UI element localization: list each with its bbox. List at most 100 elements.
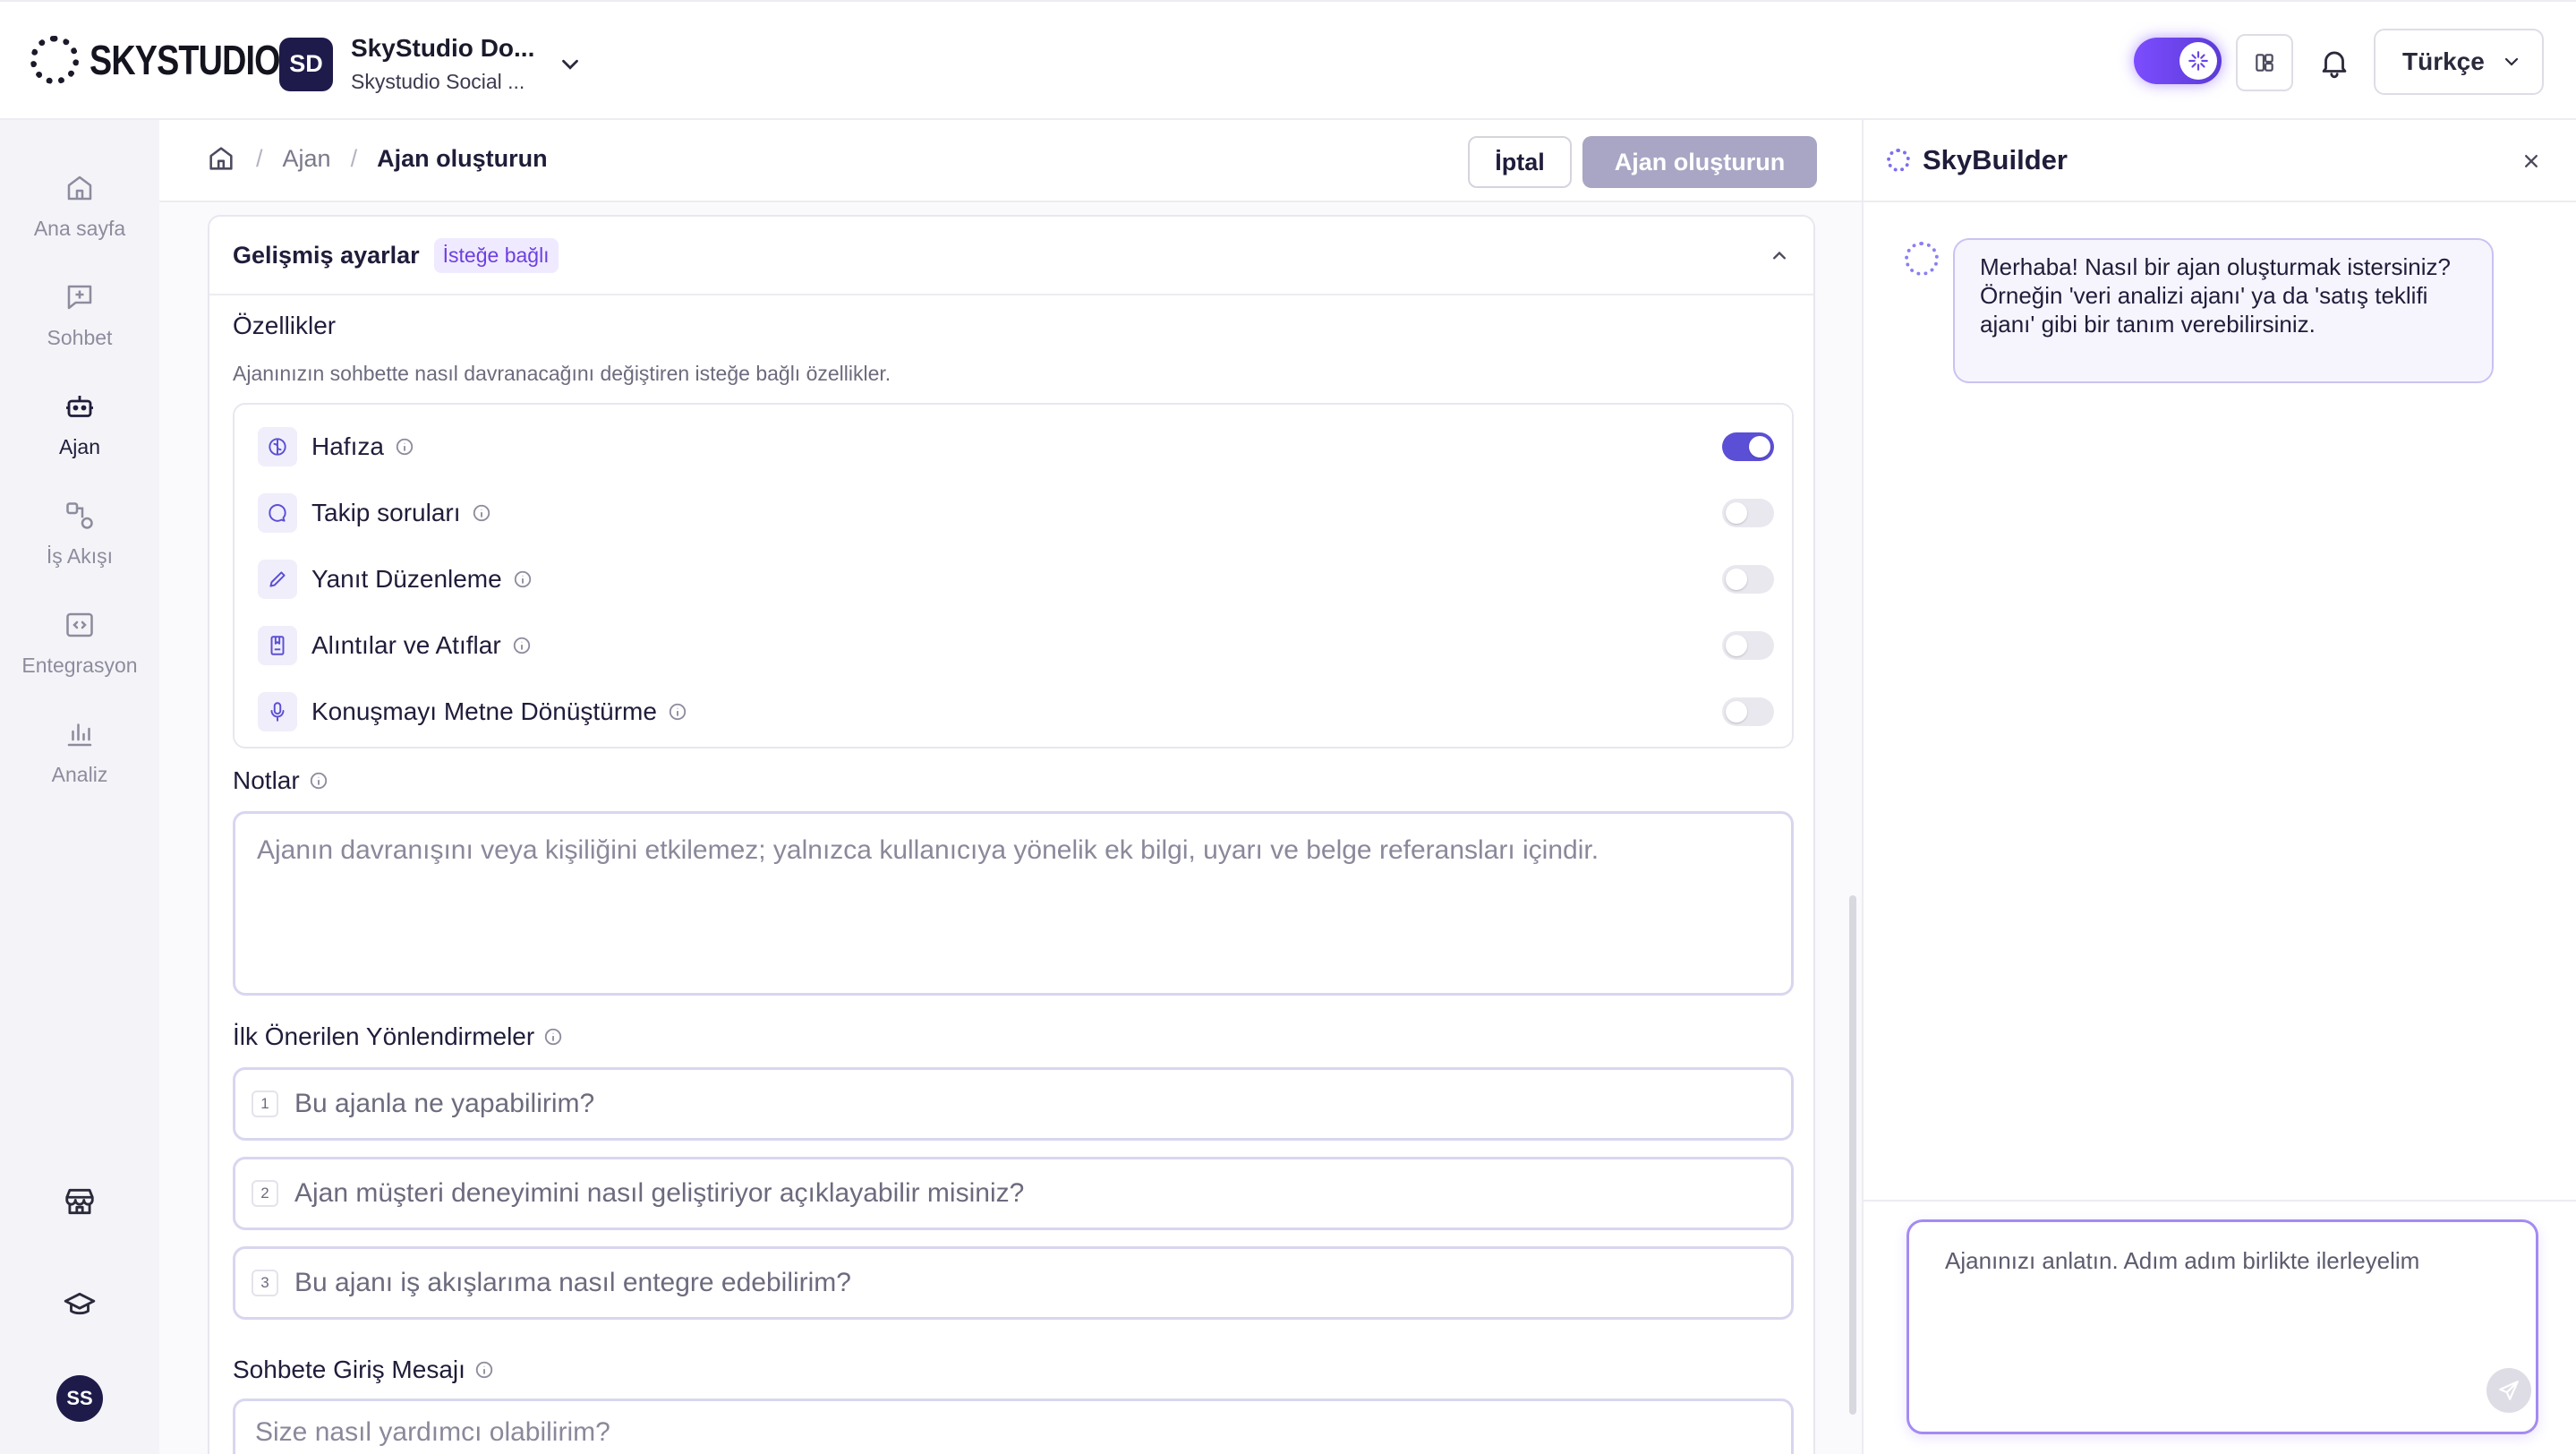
features-heading: Özellikler [233, 312, 336, 340]
close-icon[interactable] [2519, 149, 2544, 174]
features-title: Özellikler [233, 312, 337, 339]
memory-toggle[interactable] [1722, 432, 1774, 461]
feature-row-memory: Hafıza [258, 424, 1774, 469]
skybuilder-title: SkyBuilder [1923, 144, 2068, 175]
feature-label: Yanıt Düzenleme [311, 565, 502, 593]
skystudio-logo[interactable]: SKYSTUDIO [30, 36, 321, 84]
info-icon[interactable] [395, 437, 414, 457]
home-icon[interactable] [206, 143, 236, 174]
user-avatar[interactable]: SS [56, 1375, 103, 1422]
language-select[interactable]: Türkçe [2374, 29, 2544, 95]
info-icon[interactable] [513, 569, 533, 589]
feature-row-response-edit: Yanıt Düzenleme [258, 557, 1774, 602]
workspace-subtitle: Skystudio Social ... [351, 70, 525, 93]
robot-icon [66, 396, 93, 417]
workspace-switcher[interactable]: SD SkyStudio Do... Skystudio Social ... [279, 34, 584, 94]
advanced-settings-card: Gelişmiş ayarlar İsteğe bağlı Özellikler… [208, 215, 1815, 1454]
layout-panels-icon [2256, 54, 2273, 72]
send-button[interactable] [2486, 1368, 2531, 1413]
prompts-title: İlk Önerilen Yönlendirmeler [233, 1022, 535, 1050]
academy-button[interactable] [60, 1286, 99, 1325]
prompt-number: 3 [252, 1270, 278, 1296]
sidebar-item-home[interactable]: Ana sayfa [0, 168, 159, 258]
sidebar-item-integration[interactable]: Entegrasyon [0, 605, 159, 695]
info-icon[interactable] [309, 771, 328, 791]
message-circle-icon [269, 504, 286, 522]
form-scrollbar[interactable] [1849, 895, 1856, 1415]
breadcrumb-separator: / [256, 144, 263, 172]
welcome-message-input[interactable]: Size nasıl yardımcı olabilirim? [233, 1398, 1794, 1454]
breadcrumb-parent[interactable]: Ajan [283, 145, 331, 173]
skybuilder-panel: SkyBuilder Merhaba! Nasıl bir ajan oluşt… [1862, 120, 2576, 1454]
suggested-prompt-input-1[interactable]: 1 Bu ajanla ne yapabilirim? [233, 1067, 1794, 1141]
layout-toggle-button[interactable] [2236, 34, 2293, 91]
sidebar-item-chat[interactable]: Sohbet [0, 278, 159, 367]
prompt-number: 2 [252, 1180, 278, 1207]
sidebar-item-analytics[interactable]: Analiz [0, 714, 159, 804]
sidebar-item-label: Analiz [51, 763, 108, 786]
breadcrumb: / Ajan / Ajan oluşturun [206, 143, 548, 174]
graduation-cap-icon [64, 1292, 96, 1315]
notifications-button[interactable] [2313, 41, 2356, 84]
pencil-icon [269, 571, 286, 587]
info-icon[interactable] [668, 702, 687, 722]
cancel-button[interactable]: İptal [1468, 136, 1572, 188]
notes-heading: Notlar [233, 766, 328, 795]
breadcrumb-separator: / [350, 144, 358, 172]
optional-badge: İsteğe bağlı [433, 237, 559, 273]
sparkle-icon [2188, 51, 2208, 71]
chevron-down-icon [2504, 57, 2518, 66]
speech-to-text-toggle[interactable] [1722, 697, 1774, 726]
sidebar-item-label: Ana sayfa [33, 217, 126, 240]
ai-mode-toggle[interactable] [2134, 38, 2222, 84]
feature-label: Takip soruları [311, 499, 461, 526]
response-edit-toggle[interactable] [1722, 565, 1774, 594]
logo-ring-icon [30, 36, 79, 84]
chevron-up-icon[interactable] [1767, 244, 1792, 269]
sidebar-item-label: İş Akışı [46, 544, 114, 568]
workspace-avatar: SD [279, 37, 333, 91]
left-sidebar: Ana sayfa Sohbet Ajan İş Akışı Entegrasy… [0, 120, 159, 1454]
divider [1864, 1200, 2576, 1202]
workspace-name: SkyStudio Do... [351, 34, 535, 62]
advanced-settings-header[interactable]: Gelişmiş ayarlar İsteğe bağlı [209, 217, 1813, 295]
welcome-title: Sohbete Giriş Mesajı [233, 1356, 465, 1383]
features-description: Ajanınızın sohbette nasıl davranacağını … [233, 362, 891, 385]
skybuilder-logo-icon [1887, 149, 1910, 172]
citations-toggle[interactable] [1722, 631, 1774, 660]
notes-textarea[interactable]: Ajanın davranışını veya kişiliğini etkil… [233, 811, 1794, 996]
workflow-icon [66, 502, 93, 529]
code-icon [66, 612, 93, 637]
feature-row-citations: Alıntılar ve Atıflar [258, 623, 1774, 668]
sidebar-item-label: Ajan [58, 435, 101, 458]
agent-form-area: Gelişmiş ayarlar İsteğe bağlı Özellikler… [159, 202, 1862, 1454]
top-header: SKYSTUDIO SD SkyStudio Do... Skystudio S… [0, 0, 2576, 120]
sidebar-item-workflow[interactable]: İş Akışı [0, 496, 159, 586]
store-icon [65, 1188, 94, 1215]
sidebar-item-agent[interactable]: Ajan [0, 387, 159, 476]
features-list: Hafıza Takip soruları Yanıt Düzenleme Al… [233, 403, 1794, 748]
prompt-text: Bu ajanı iş akışlarıma nasıl entegre ede… [294, 1268, 851, 1297]
suggested-prompt-input-2[interactable]: 2 Ajan müşteri deneyimini nasıl geliştir… [233, 1157, 1794, 1230]
chevron-down-icon [562, 59, 578, 70]
sidebar-item-label: Sohbet [47, 326, 113, 349]
welcome-heading: Sohbete Giriş Mesajı [233, 1356, 494, 1384]
info-icon[interactable] [512, 636, 532, 655]
skybuilder-chat-input[interactable]: Ajanınızı anlatın. Adım adım birlikte il… [1906, 1219, 2538, 1434]
breadcrumb-bar: / Ajan / Ajan oluşturun İptal Ajan oluşt… [159, 120, 1862, 202]
marketplace-button[interactable] [60, 1182, 99, 1221]
bar-chart-icon [67, 723, 92, 747]
home-icon [67, 175, 92, 201]
send-icon [2499, 1381, 2519, 1400]
info-icon[interactable] [472, 503, 491, 523]
suggested-prompt-input-3[interactable]: 3 Bu ajanı iş akışlarıma nasıl entegre e… [233, 1246, 1794, 1320]
feature-label: Konuşmayı Metne Dönüştürme [311, 697, 657, 725]
info-icon[interactable] [543, 1027, 563, 1047]
info-icon[interactable] [474, 1360, 494, 1380]
feature-row-speech-to-text: Konuşmayı Metne Dönüştürme [258, 689, 1774, 734]
create-agent-button[interactable]: Ajan oluşturun [1582, 136, 1817, 188]
feature-row-follow-up: Takip soruları [258, 491, 1774, 535]
follow-up-toggle[interactable] [1722, 499, 1774, 527]
notes-title: Notlar [233, 766, 300, 794]
advanced-settings-title: Gelişmiş ayarlar [233, 241, 420, 269]
